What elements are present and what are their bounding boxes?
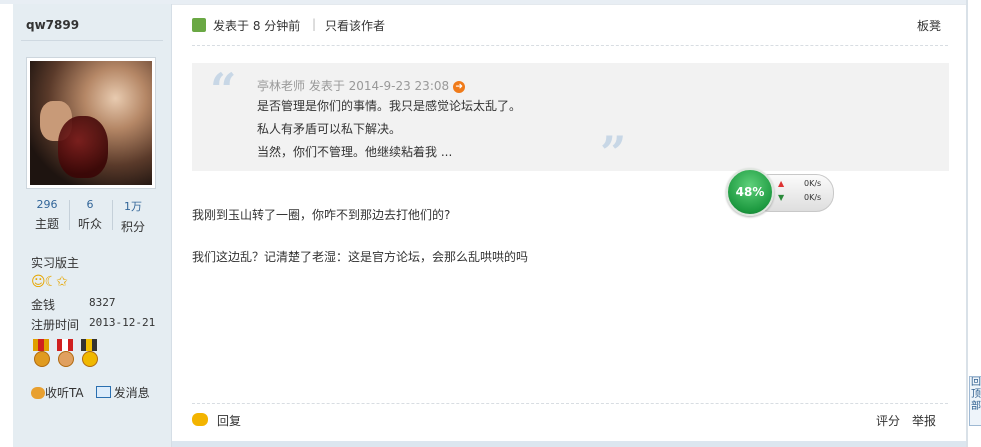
- author-actions: 收听TA 发消息: [31, 384, 150, 401]
- author-rank[interactable]: 实习版主: [31, 254, 79, 271]
- stat-topics-value[interactable]: 296: [26, 198, 68, 211]
- download-arrow-icon: ▼: [778, 193, 785, 202]
- reg-label: 注册时间: [31, 318, 80, 332]
- goto-quote-icon[interactable]: ➜: [453, 81, 466, 93]
- quote-line: 当然，你们不管理。他继续粘着我 ...: [257, 145, 453, 159]
- post-date: 发表于 8 分钟前: [213, 17, 300, 34]
- medal-coin: [34, 351, 50, 367]
- back-to-top-tab[interactable]: 回顶部: [969, 376, 981, 426]
- author-stats: 296 主题 6 听众 1万 积分: [26, 198, 154, 234]
- stat-points-label: 积分: [120, 220, 145, 234]
- quote-line: 私人有矛盾可以私下解决。: [257, 122, 402, 136]
- upload-rate: 0K/s: [804, 179, 822, 188]
- post-bottom-bar: [172, 441, 966, 447]
- medal-ribbon: [57, 339, 73, 351]
- stat-topics[interactable]: 296 主题: [26, 198, 68, 232]
- follow-link[interactable]: 收听TA: [45, 386, 84, 400]
- reg-row: 注册时间 2013-12-21: [31, 316, 155, 333]
- net-speed-widget[interactable]: 48% ▲ 0K/s ▼ 0K/s: [726, 168, 834, 216]
- sidebar-divider: [21, 40, 163, 41]
- post-header: 发表于 8 分钟前 | 只看该作者 板凳: [192, 17, 948, 35]
- medal-icon[interactable]: [55, 339, 75, 371]
- money-row: 金钱 8327: [31, 296, 116, 313]
- money-label: 金钱: [31, 298, 56, 312]
- download-rate: 0K/s: [804, 193, 822, 202]
- right-border: [966, 0, 968, 447]
- medal-ribbon: [81, 339, 97, 351]
- reply-icon[interactable]: [192, 413, 208, 426]
- online-status-icon: [192, 18, 206, 32]
- money-value: 8327: [89, 296, 116, 309]
- report-button[interactable]: 举报: [912, 412, 936, 429]
- medal-coin: [82, 351, 98, 367]
- medal-ribbon: [33, 339, 49, 351]
- stat-listeners-value[interactable]: 6: [69, 198, 111, 211]
- stat-points[interactable]: 1万 积分: [112, 198, 154, 235]
- close-quote-icon: ”: [600, 126, 627, 180]
- header-separator: [192, 45, 948, 46]
- reply-button[interactable]: 回复: [217, 412, 241, 429]
- quote-line: 是否管理是你们的事情。我只是感觉论坛太乱了。: [257, 99, 522, 113]
- post-body-line: 我们这边乱？记清楚了老湿：这是官方论坛，会那么乱哄哄的吗: [192, 250, 529, 264]
- stat-topics-label: 主题: [34, 217, 59, 231]
- stat-points-value[interactable]: 1万: [112, 198, 154, 214]
- author-sidebar: qw7899 296 主题 6 听众 1万 积分 实习版主 ☺☾✩ 金钱 832…: [13, 4, 172, 447]
- stat-listeners[interactable]: 6 听众: [69, 198, 111, 232]
- message-icon[interactable]: [95, 386, 111, 398]
- quote-author: 亭林老师 发表于 2014-9-23 23:08: [257, 79, 450, 93]
- floor-number[interactable]: 板凳: [917, 17, 941, 34]
- author-username[interactable]: qw7899: [26, 18, 79, 32]
- post-top-border: [172, 4, 966, 5]
- only-author-link[interactable]: 只看该作者: [325, 17, 385, 34]
- medal-icon[interactable]: [31, 339, 51, 371]
- post-footer: 回复 评分 举报: [192, 412, 948, 430]
- upload-arrow-icon: ▲: [778, 179, 785, 188]
- stat-listeners-label: 听众: [77, 217, 102, 231]
- avatar[interactable]: [30, 61, 152, 185]
- reg-value: 2013-12-21: [89, 316, 156, 329]
- avatar-glass-shape: [58, 116, 108, 178]
- rate-button[interactable]: 评分: [876, 412, 900, 429]
- avatar-frame[interactable]: [26, 57, 156, 189]
- memory-usage-gauge[interactable]: 48%: [726, 168, 774, 216]
- header-divider: |: [312, 17, 317, 31]
- open-quote-icon: “: [210, 63, 237, 117]
- footer-separator: [192, 403, 948, 404]
- medal-coin: [58, 351, 74, 367]
- post-date-value: 8 分钟前: [252, 19, 301, 33]
- medal-icon[interactable]: [79, 339, 99, 371]
- post-body-line: 我刚到玉山转了一圈，你咋不到那边去打他们的?: [192, 208, 451, 222]
- send-message-link[interactable]: 发消息: [114, 386, 150, 400]
- rank-stars-icon: ☺☾✩: [31, 274, 68, 290]
- quote-author-line: 亭林老师 发表于 2014-9-23 23:08 ➜: [257, 77, 466, 94]
- quote-block: “ 亭林老师 发表于 2014-9-23 23:08 ➜ 是否管理是你们的事情。我…: [192, 63, 949, 180]
- post-date-prefix: 发表于: [213, 19, 250, 33]
- follow-icon[interactable]: [31, 387, 45, 399]
